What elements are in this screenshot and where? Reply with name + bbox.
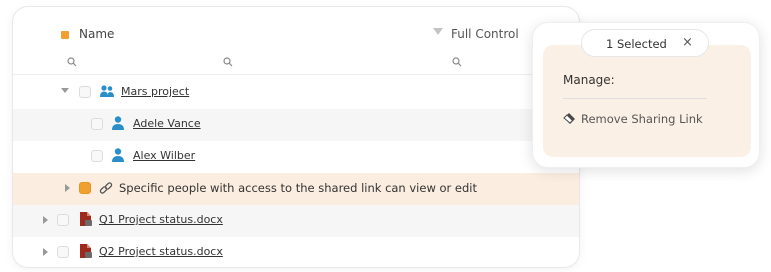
table-row[interactable]: Q1 Project status.docx [13,205,579,237]
sharing-link-description: Specific people with access to the share… [119,181,478,195]
table-header: Name Full Control [13,19,579,53]
table-row-selected[interactable]: Specific people with access to the share… [13,173,579,205]
remove-sharing-link-label: Remove Sharing Link [581,112,703,126]
row-checkbox[interactable] [57,214,69,226]
expand-arrow-icon[interactable] [43,248,48,256]
table-row[interactable]: Alex Wilber [13,141,579,173]
eraser-icon [563,112,576,128]
link-icon [99,181,113,200]
selection-popup: 1 Selected × Manage: Remove Sharing Link [532,22,760,168]
group-link[interactable]: Mars project [121,85,189,98]
file-link[interactable]: Q1 Project status.docx [99,213,223,226]
user-link[interactable]: Alex Wilber [133,149,195,162]
document-icon [79,211,93,231]
selected-count-label: 1 Selected [606,37,667,51]
user-icon [111,147,125,167]
name-column-header[interactable]: Name [79,27,114,41]
row-checkbox[interactable] [91,118,103,130]
row-checkbox-checked[interactable] [79,182,91,194]
search-icon[interactable] [67,57,77,70]
user-link[interactable]: Adele Vance [133,117,201,130]
table-row[interactable]: Q2 Project status.docx [13,237,579,267]
row-checkbox[interactable] [57,246,69,258]
user-icon [111,115,125,135]
remove-sharing-link-button[interactable]: Remove Sharing Link [563,112,703,128]
expand-arrow-icon[interactable] [65,184,70,192]
search-icon[interactable] [223,57,233,70]
manage-heading: Manage: [563,73,615,87]
manage-section [543,45,751,157]
document-icon [79,243,93,263]
file-link[interactable]: Q2 Project status.docx [99,245,223,258]
permissions-panel: Name Full Control Mars project Adele Van… [12,6,580,268]
full-control-column-header[interactable]: Full Control [451,27,519,41]
table-row[interactable]: Adele Vance [13,109,579,141]
filter-icon[interactable] [433,28,443,35]
select-all-checkbox[interactable] [61,31,69,39]
row-checkbox[interactable] [79,86,91,98]
search-icon[interactable] [452,57,462,70]
table-row[interactable]: Mars project [13,77,579,109]
row-checkbox[interactable] [91,150,103,162]
group-icon [99,83,115,103]
clear-selection-button[interactable]: × [682,35,693,50]
selected-count-pill: 1 Selected × [581,29,709,57]
collapse-arrow-icon[interactable] [61,88,69,93]
divider [563,98,707,99]
search-row [13,53,579,75]
expand-arrow-icon[interactable] [43,216,48,224]
